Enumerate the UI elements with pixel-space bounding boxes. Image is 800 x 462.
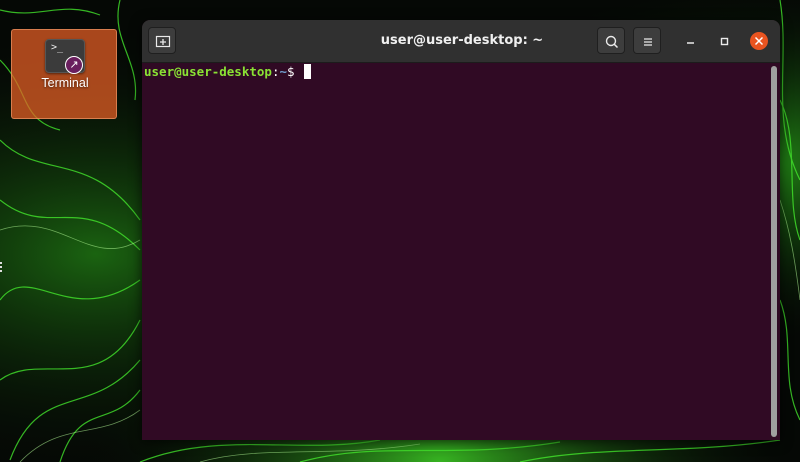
- window-titlebar[interactable]: user@user-desktop: ~: [142, 20, 780, 63]
- search-button[interactable]: [597, 27, 625, 54]
- prompt-line: user@user-desktop:~$: [144, 64, 312, 80]
- close-icon: [754, 36, 764, 46]
- prompt-path: ~: [279, 64, 287, 79]
- hamburger-menu-icon: [644, 38, 652, 46]
- maximize-icon: [720, 37, 729, 46]
- window-title: user@user-desktop: ~: [380, 33, 544, 48]
- dock-edge-indicator: [0, 262, 3, 274]
- minimize-icon: [687, 42, 694, 44]
- desktop-icon-label: Terminal: [41, 76, 89, 90]
- terminal-output-area[interactable]: user@user-desktop:~$: [142, 63, 780, 440]
- prompt-user-host: user@user-desktop: [144, 64, 272, 79]
- prompt-symbol: $: [287, 64, 295, 79]
- search-icon: [605, 35, 619, 49]
- text-cursor: [304, 64, 312, 79]
- terminal-prompt-glyph: >_: [51, 42, 64, 53]
- terminal-window: user@user-desktop: ~ user@user-desktop:~…: [142, 20, 780, 440]
- new-tab-icon: [155, 35, 171, 48]
- minimize-button[interactable]: [682, 33, 700, 51]
- new-tab-button[interactable]: [148, 27, 176, 54]
- menu-button[interactable]: [633, 27, 661, 54]
- close-button[interactable]: [750, 32, 768, 50]
- terminal-scrollbar[interactable]: [771, 66, 777, 437]
- desktop-icon-terminal[interactable]: >_ ↗ Terminal: [11, 29, 117, 119]
- maximize-button[interactable]: [716, 33, 734, 51]
- shortcut-arrow-icon: ↗: [65, 56, 83, 74]
